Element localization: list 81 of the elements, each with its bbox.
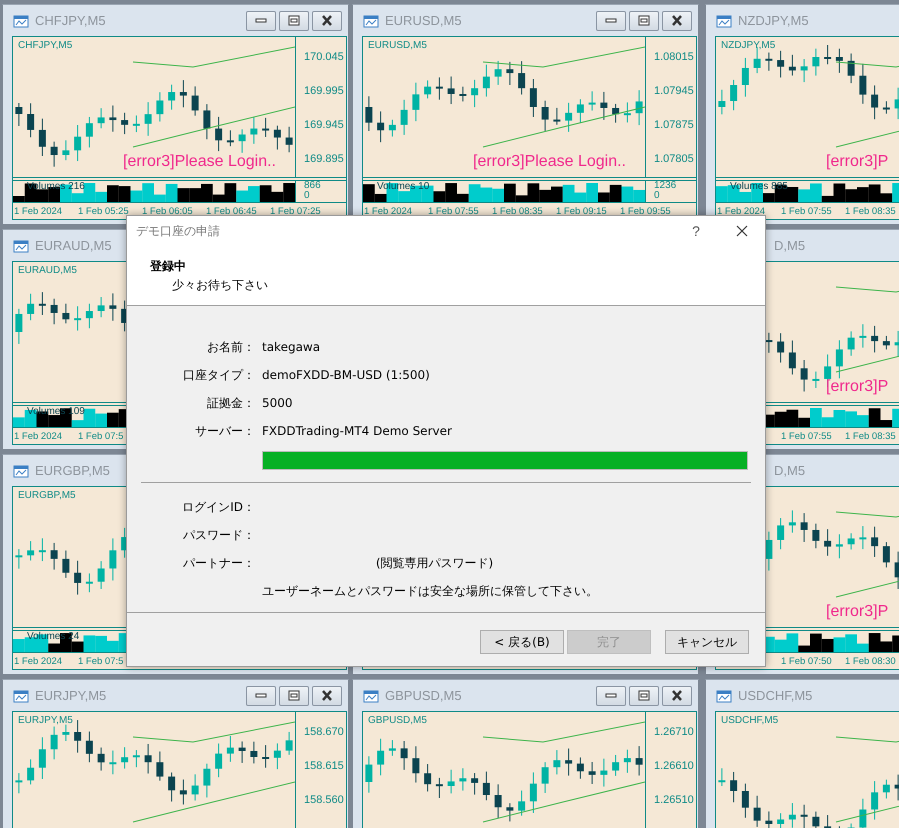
time-label: 1 Feb 2024 bbox=[717, 206, 766, 217]
window-title: USDCHF,M5 bbox=[738, 688, 814, 703]
price-label: 158.670 bbox=[304, 725, 344, 740]
price-label: 169.895 bbox=[304, 152, 344, 167]
help-button[interactable]: ? bbox=[673, 217, 719, 245]
window-title: CHFJPY,M5 bbox=[35, 13, 107, 28]
dialog-title: デモ口座の申請 bbox=[136, 222, 221, 240]
time-label: 1 Feb 07:50 bbox=[781, 656, 833, 667]
time-label: 1 Feb 08:35 bbox=[845, 206, 897, 217]
field-hint: (閲覧専用パスワード) bbox=[374, 554, 494, 572]
time-label: 1 Feb 08:35 bbox=[845, 430, 897, 442]
window-title: EURUSD,M5 bbox=[385, 13, 463, 28]
chart-symbol-label: EURJPY,M5 bbox=[18, 715, 73, 726]
status-heading: 登録中 bbox=[150, 258, 186, 275]
notice-text: ユーザーネームとパスワードは安全な場所に保管して下さい。 bbox=[262, 583, 598, 600]
time-label: 1 Feb 2024 bbox=[14, 430, 64, 442]
time-label: 1 Feb 07:55 bbox=[781, 206, 833, 217]
volume-scale-label: 866 bbox=[304, 181, 321, 191]
window-title: GBPUSD,M5 bbox=[385, 688, 463, 703]
chart-symbol-label: CHFJPY,M5 bbox=[18, 40, 72, 51]
chart-symbol-label: USDCHF,M5 bbox=[721, 715, 778, 726]
time-label: 1 Feb 07:55 bbox=[428, 206, 480, 217]
window-title: NZDJPY,M5 bbox=[738, 13, 810, 28]
time-label: 1 Feb 07:55 bbox=[781, 430, 833, 442]
chart-symbol-label: EURGBP,M5 bbox=[18, 490, 76, 501]
time-label: 1 Feb 05:25 bbox=[78, 206, 130, 217]
price-label: 158.560 bbox=[304, 793, 344, 808]
field-label: ログインID： bbox=[181, 498, 255, 516]
error-message: [error3]Please Login.. bbox=[123, 153, 276, 171]
price-label: 1.26710 bbox=[654, 725, 694, 740]
price-label: 158.615 bbox=[304, 759, 344, 774]
field-label: サーバー： bbox=[194, 422, 255, 440]
field-value: takegawa bbox=[262, 340, 320, 354]
time-label: 1 Feb 06:45 bbox=[206, 206, 258, 217]
field-value: demoFXDD-BM-USD (1:500) bbox=[262, 368, 430, 382]
chart-symbol-label: NZDJPY,M5 bbox=[721, 40, 776, 51]
time-label: 1 Feb 09:55 bbox=[620, 206, 672, 217]
price-label: 169.995 bbox=[304, 84, 344, 99]
time-label: 1 Feb 2024 bbox=[14, 656, 64, 667]
back-button[interactable]: < 戻る(B) bbox=[480, 630, 564, 654]
error-message: [error3]P bbox=[826, 153, 888, 171]
time-label: 1 Feb 07:25 bbox=[270, 206, 322, 217]
field-label: パートナー： bbox=[182, 554, 255, 572]
status-message: 少々お待ち下さい bbox=[172, 277, 268, 294]
time-label: 1 Feb 08:35 bbox=[492, 206, 544, 217]
price-label: 1.07945 bbox=[654, 84, 694, 99]
window-title: D,M5 bbox=[773, 463, 806, 478]
time-label: 1 Feb 2024 bbox=[14, 206, 64, 217]
field-label: 口座タイプ： bbox=[182, 366, 255, 384]
error-message: [error3]P bbox=[826, 603, 888, 621]
time-label: 1 Feb 2024 bbox=[364, 206, 414, 217]
time-label: 1 Feb 08:30 bbox=[845, 656, 897, 667]
error-message: [error3]P bbox=[826, 378, 888, 396]
time-label: 1 Feb 06:05 bbox=[142, 206, 194, 217]
volume-scale-label: 0 bbox=[654, 191, 660, 201]
window-title: EURGBP,M5 bbox=[35, 463, 111, 478]
time-label: 1 Feb 07:5 bbox=[78, 430, 124, 442]
price-label: 1.07805 bbox=[654, 152, 694, 167]
window-title: EURAUD,M5 bbox=[35, 238, 113, 253]
volume-scale-label: 0 bbox=[304, 191, 310, 201]
time-label: 1 Feb 09:15 bbox=[556, 206, 608, 217]
chart-symbol-label: EURUSD,M5 bbox=[368, 40, 427, 51]
price-label: 170.045 bbox=[304, 50, 344, 65]
cancel-button[interactable]: キャンセル bbox=[665, 630, 749, 654]
window-title: EURJPY,M5 bbox=[35, 688, 108, 703]
field-value: 5000 bbox=[262, 396, 293, 410]
field-label: 証拠金： bbox=[206, 394, 255, 412]
window-title: D,M5 bbox=[773, 238, 806, 253]
volume-scale-label: 1236 bbox=[654, 181, 676, 191]
field-value: FXDDTrading-MT4 Demo Server bbox=[262, 424, 452, 438]
chart-symbol-label: EURAUD,M5 bbox=[18, 265, 77, 276]
field-label: パスワード： bbox=[182, 526, 255, 544]
price-label: 1.08015 bbox=[654, 50, 694, 65]
price-label: 1.07875 bbox=[654, 118, 694, 133]
price-label: 1.26510 bbox=[654, 793, 694, 808]
time-label: 1 Feb 07:5 bbox=[78, 656, 124, 667]
chart-symbol-label: GBPUSD,M5 bbox=[368, 715, 427, 726]
price-label: 169.945 bbox=[304, 118, 344, 133]
error-message: [error3]Please Login.. bbox=[473, 153, 626, 171]
price-label: 1.26610 bbox=[654, 759, 694, 774]
field-label: お名前： bbox=[206, 338, 255, 356]
